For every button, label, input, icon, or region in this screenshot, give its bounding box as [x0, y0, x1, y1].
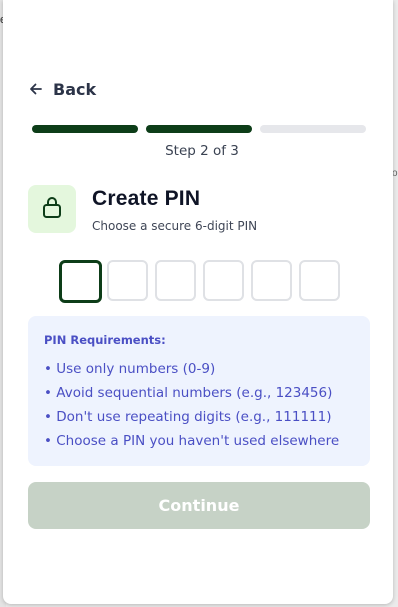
- step-progress-bar: [32, 125, 366, 133]
- progress-segment-3: [260, 125, 366, 133]
- requirement-item: • Avoid sequential numbers (e.g., 123456…: [44, 385, 333, 401]
- pin-digit-box-4[interactable]: [203, 260, 244, 301]
- requirements-list: • Use only numbers (0-9) • Avoid sequent…: [44, 358, 339, 454]
- back-button[interactable]: Back: [29, 78, 96, 100]
- pin-digit-box-5[interactable]: [251, 260, 292, 301]
- lock-icon-container: [28, 185, 76, 233]
- continue-button[interactable]: Continue: [28, 482, 370, 529]
- pin-digit-box-6[interactable]: [299, 260, 340, 301]
- requirement-item: • Choose a PIN you haven't used elsewher…: [44, 433, 340, 449]
- arrow-left-icon: [29, 82, 43, 96]
- lock-icon: [41, 195, 63, 223]
- pin-digit-box-1[interactable]: [59, 260, 102, 303]
- pin-digit-box-2[interactable]: [107, 260, 148, 301]
- back-button-label: Back: [53, 79, 97, 99]
- progress-segment-2: [146, 125, 252, 133]
- requirement-item: • Use only numbers (0-9): [44, 361, 216, 377]
- create-pin-panel: Back Step 2 of 3 Create PIN Choose a sec…: [3, 0, 393, 604]
- pin-requirements-box: PIN Requirements: • Use only numbers (0-…: [28, 316, 370, 466]
- requirement-item: • Don't use repeating digits (e.g., 1111…: [44, 409, 332, 425]
- page-subtitle: Choose a secure 6-digit PIN: [92, 219, 258, 233]
- step-indicator-text: Step 2 of 3: [165, 143, 239, 159]
- page-title: Create PIN: [92, 187, 201, 210]
- requirements-title: PIN Requirements:: [44, 333, 166, 347]
- progress-segment-1: [32, 125, 138, 133]
- pin-digit-box-3[interactable]: [155, 260, 196, 301]
